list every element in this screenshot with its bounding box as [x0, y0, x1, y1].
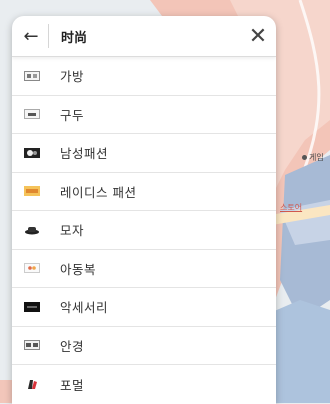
- category-item-shoes[interactable]: 구두: [12, 96, 276, 134]
- category-list: 가방 구두 남성패션 레이디스 패션 모자 아동복 악세서리 안경 포멀: [12, 57, 276, 404]
- category-panel: ← 时尚 ✕ 가방 구두 남성패션 레이디스 패션 모자 아동복 악세서리 안경…: [12, 16, 276, 404]
- category-label: 모자: [60, 223, 85, 239]
- category-item-glasses[interactable]: 안경: [12, 327, 276, 365]
- category-label: 포멀: [60, 377, 85, 393]
- category-item-formal[interactable]: 포멀: [12, 365, 276, 404]
- category-item-ladies-fashion[interactable]: 레이디스 패션: [12, 173, 276, 211]
- map-pin-icon: [302, 155, 307, 160]
- ladies-fashion-thumb-icon: [24, 185, 40, 197]
- bag-thumb-icon: [24, 70, 40, 82]
- arrow-left-icon: ←: [23, 25, 39, 47]
- header-divider: [48, 24, 49, 48]
- accessory-thumb-icon: [24, 301, 40, 313]
- category-label: 가방: [60, 69, 85, 85]
- category-label: 아동복: [60, 261, 97, 277]
- map-label-store[interactable]: 스토어: [280, 202, 302, 213]
- category-label: 구두: [60, 107, 85, 123]
- close-icon: ✕: [248, 23, 268, 49]
- back-button[interactable]: ←: [16, 16, 46, 56]
- kids-clothing-thumb-icon: [24, 262, 40, 274]
- category-item-accessory[interactable]: 악세서리: [12, 288, 276, 327]
- hat-thumb-icon: [24, 224, 40, 236]
- map-label-game[interactable]: 게임: [302, 152, 324, 163]
- mens-fashion-thumb-icon: [24, 147, 40, 159]
- category-label: 남성패션: [60, 146, 109, 162]
- category-label: 안경: [60, 338, 85, 354]
- category-item-hat[interactable]: 모자: [12, 211, 276, 250]
- category-item-bag[interactable]: 가방: [12, 57, 276, 96]
- shoes-thumb-icon: [24, 108, 40, 120]
- panel-header: ← 时尚 ✕: [12, 16, 276, 57]
- category-label: 레이디스 패션: [60, 184, 137, 200]
- close-button[interactable]: ✕: [244, 16, 272, 56]
- category-item-mens-fashion[interactable]: 남성패션: [12, 134, 276, 173]
- glasses-thumb-icon: [24, 339, 40, 351]
- formal-thumb-icon: [24, 378, 40, 391]
- page-title: 时尚: [61, 30, 88, 46]
- category-label: 악세서리: [60, 300, 109, 316]
- category-item-kids-clothing[interactable]: 아동복: [12, 250, 276, 288]
